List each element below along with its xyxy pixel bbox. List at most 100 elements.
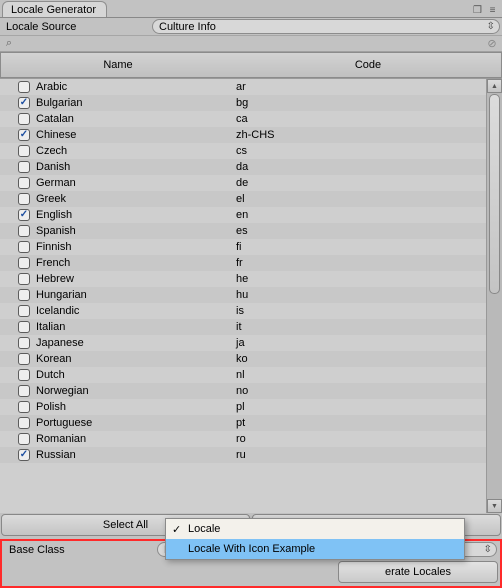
locale-name: Polish [36,401,236,413]
table-row[interactable]: Spanishes [0,223,486,239]
table-row[interactable]: Polishpl [0,399,486,415]
base-class-label: Base Class [5,544,157,556]
table-row[interactable]: Frenchfr [0,255,486,271]
locale-name: Italian [36,321,236,333]
locale-name: Greek [36,193,236,205]
locale-checkbox[interactable] [18,417,30,429]
locale-name: Hungarian [36,289,236,301]
locale-source-label: Locale Source [2,21,152,33]
locale-name: English [36,209,236,221]
column-header-code[interactable]: Code [235,52,502,78]
table-row[interactable]: Germande [0,175,486,191]
window-tab[interactable]: Locale Generator [2,1,107,17]
locale-checkbox[interactable] [18,337,30,349]
locale-checkbox[interactable] [18,129,30,141]
locale-checkbox[interactable] [18,321,30,333]
table-row[interactable]: Norwegianno [0,383,486,399]
locale-name: Catalan [36,113,236,125]
locale-code: nl [236,369,486,381]
locale-checkbox[interactable] [18,241,30,253]
locale-checkbox[interactable] [18,97,30,109]
search-icon: ⌕ [3,37,15,50]
locale-code: pl [236,401,486,413]
scroll-down-icon[interactable]: ▼ [487,499,502,513]
locale-code: cs [236,145,486,157]
locale-code: hu [236,289,486,301]
locale-code: en [236,209,486,221]
locale-checkbox[interactable] [18,225,30,237]
table-row[interactable]: Catalanca [0,111,486,127]
table-row[interactable]: Portuguesept [0,415,486,431]
locale-checkbox[interactable] [18,449,30,461]
locale-name: Chinese [36,129,236,141]
locale-source-value: Culture Info [159,21,216,33]
table-row[interactable]: Hungarianhu [0,287,486,303]
search-row: ⌕ ⊘ [0,36,502,52]
locale-checkbox[interactable] [18,353,30,365]
column-header-name[interactable]: Name [0,52,235,78]
locale-code: ru [236,449,486,461]
locale-checkbox[interactable] [18,257,30,269]
locale-code: da [236,161,486,173]
locale-name: Japanese [36,337,236,349]
locale-checkbox[interactable] [18,289,30,301]
locale-name: German [36,177,236,189]
locale-checkbox[interactable] [18,113,30,125]
locale-checkbox[interactable] [18,273,30,285]
scrollbar-thumb[interactable] [489,94,500,294]
locale-name: Romanian [36,433,236,445]
locale-checkbox[interactable] [18,385,30,397]
locale-checkbox[interactable] [18,193,30,205]
table-row[interactable]: Danishda [0,159,486,175]
locale-code: no [236,385,486,397]
table-row[interactable]: Dutchnl [0,367,486,383]
locale-name: Spanish [36,225,236,237]
locale-checkbox[interactable] [18,81,30,93]
locale-checkbox[interactable] [18,433,30,445]
clear-search-icon[interactable]: ⊘ [485,37,499,50]
context-menu-icon[interactable]: ≡ [486,4,499,16]
table-row[interactable]: Czechcs [0,143,486,159]
search-input[interactable] [15,37,485,51]
locale-code: es [236,225,486,237]
locale-checkbox[interactable] [18,209,30,221]
locale-code: fr [236,257,486,269]
generate-locales-button[interactable]: erate Locales [338,561,498,583]
popup-item[interactable]: Locale With Icon Example [166,539,464,559]
locale-name: Danish [36,161,236,173]
locale-checkbox[interactable] [18,145,30,157]
table-row[interactable]: Icelandicis [0,303,486,319]
locale-name: Icelandic [36,305,236,317]
table-row[interactable]: Russianru [0,447,486,463]
table-row[interactable]: Bulgarianbg [0,95,486,111]
popup-item[interactable]: ✓Locale [166,519,464,539]
table-row[interactable]: Chinesezh-CHS [0,127,486,143]
table-row[interactable]: Japaneseja [0,335,486,351]
base-class-popup[interactable]: ✓LocaleLocale With Icon Example [165,518,465,560]
table-row[interactable]: Koreanko [0,351,486,367]
locale-code: ko [236,353,486,365]
locale-name: Portuguese [36,417,236,429]
locale-code: ca [236,113,486,125]
dock-icon[interactable]: ❒ [471,4,484,16]
locale-code: ar [236,81,486,93]
locale-source-dropdown[interactable]: Culture Info [152,19,500,34]
locale-code: ja [236,337,486,349]
locale-name: Finnish [36,241,236,253]
scroll-up-icon[interactable]: ▲ [487,79,502,93]
table-row[interactable]: Hebrewhe [0,271,486,287]
table-row[interactable]: Finnishfi [0,239,486,255]
vertical-scrollbar[interactable]: ▲ ▼ [486,79,502,513]
table-row[interactable]: Englishen [0,207,486,223]
locale-checkbox[interactable] [18,177,30,189]
table-row[interactable]: Greekel [0,191,486,207]
titlebar: Locale Generator ❒ ≡ [0,0,502,18]
locale-code: el [236,193,486,205]
table-row[interactable]: Italianit [0,319,486,335]
table-row[interactable]: Arabicar [0,79,486,95]
locale-checkbox[interactable] [18,305,30,317]
locale-checkbox[interactable] [18,161,30,173]
table-row[interactable]: Romanianro [0,431,486,447]
locale-checkbox[interactable] [18,401,30,413]
locale-checkbox[interactable] [18,369,30,381]
